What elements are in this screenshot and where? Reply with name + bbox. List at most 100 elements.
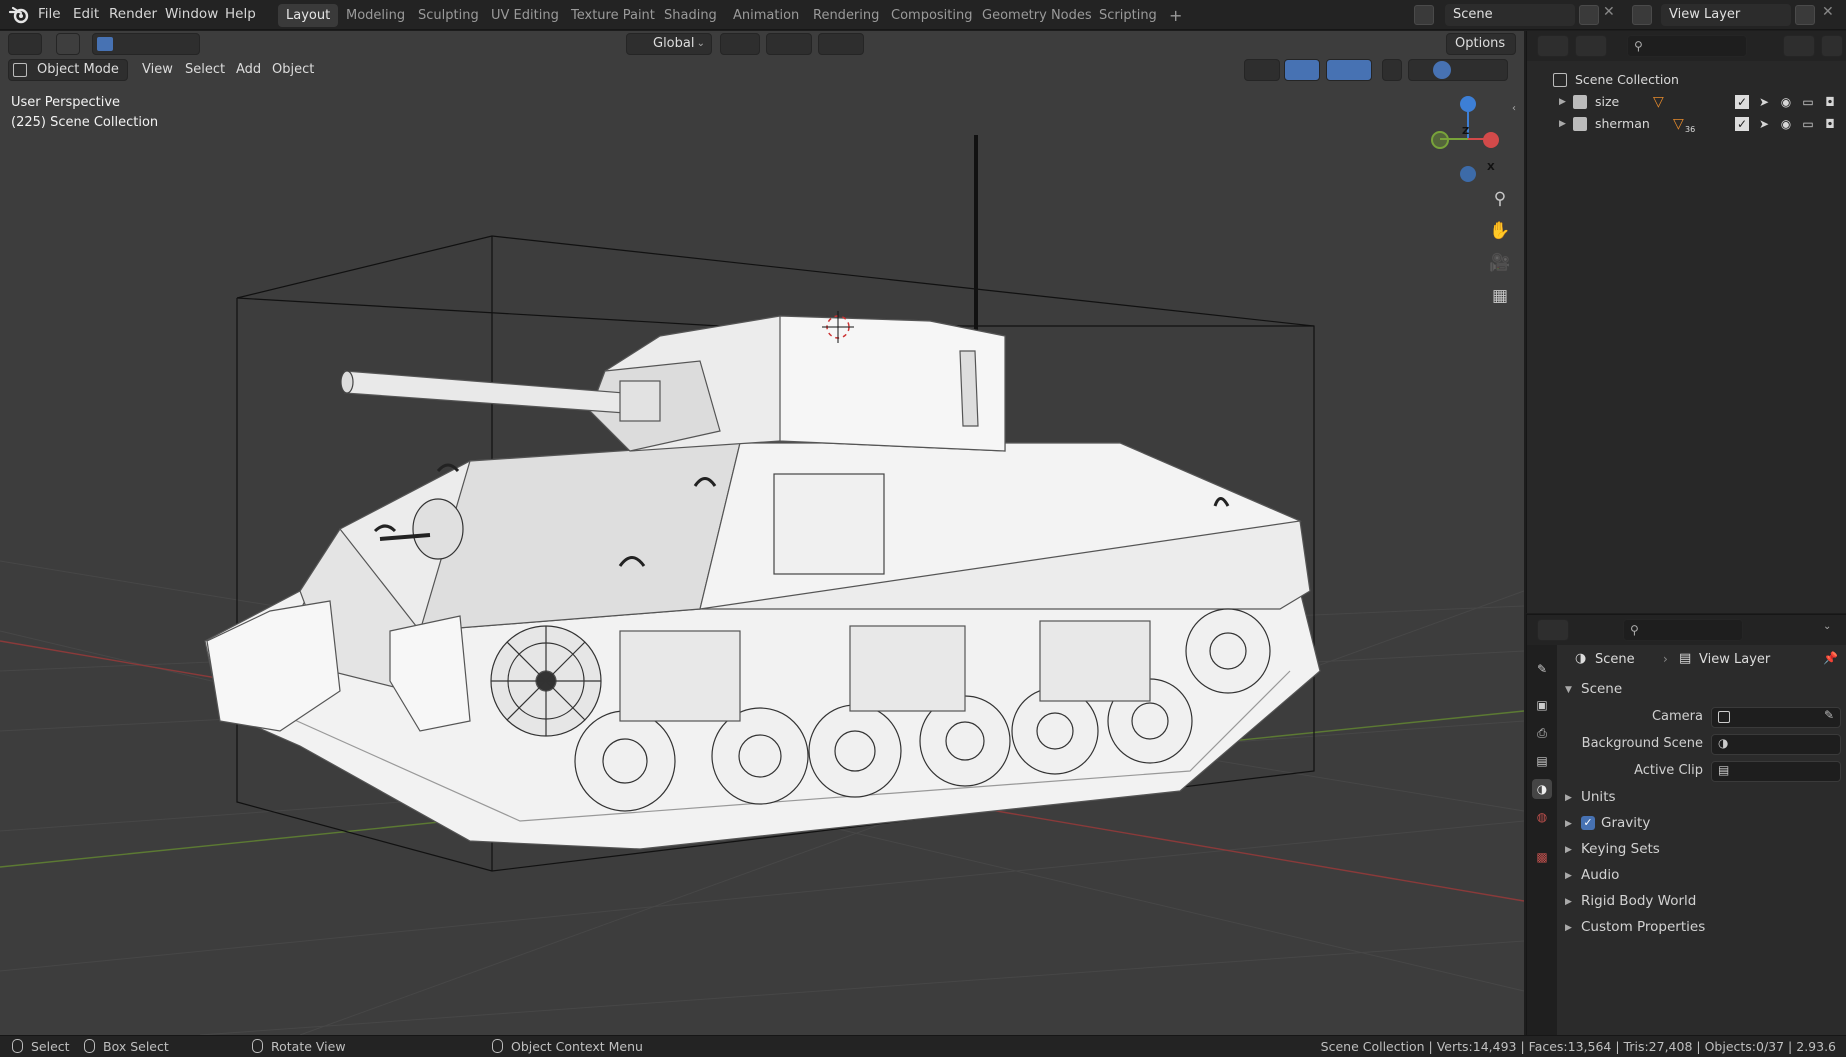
exclude-checkbox[interactable]: ✓ <box>1735 117 1749 131</box>
menu-select[interactable]: Select <box>185 59 225 81</box>
add-workspace-icon[interactable]: + <box>1161 4 1190 27</box>
section-rigid-body-world[interactable]: Rigid Body World <box>1581 893 1696 909</box>
tab-scripting[interactable]: Scripting <box>1091 4 1165 27</box>
outliner-editor-type-icon[interactable] <box>1537 35 1569 57</box>
shading-mode-buttons[interactable] <box>1408 59 1508 81</box>
texture-tab-icon[interactable]: ▩ <box>1532 847 1552 867</box>
transform-orientation-dropdown[interactable]: Global ⌄ <box>626 33 712 55</box>
scene-panel-title[interactable]: Scene <box>1581 681 1622 697</box>
viewport-scene[interactable] <box>0 31 1524 1035</box>
tab-shading[interactable]: Shading <box>656 4 725 27</box>
outliner-scene-collection[interactable]: Scene Collection <box>1527 69 1846 91</box>
selectable-icon[interactable]: ➤ <box>1757 95 1771 109</box>
scene-new-icon[interactable] <box>1579 5 1599 25</box>
viewport-disable-icon[interactable]: ▭ <box>1801 95 1815 109</box>
section-gravity[interactable]: Gravity <box>1601 815 1650 831</box>
blender-logo-icon[interactable] <box>8 5 30 25</box>
object-mode-dropdown[interactable]: Object Mode <box>8 59 128 81</box>
render-tab-icon[interactable]: ▣ <box>1532 695 1552 715</box>
collapsed-arrow-icon[interactable]: ▶ <box>1565 845 1572 855</box>
sidebar-toggle-icon[interactable]: ‹ <box>1512 103 1516 114</box>
collapsed-arrow-icon[interactable]: ▶ <box>1565 897 1572 907</box>
eye-icon[interactable]: ◉ <box>1779 117 1793 131</box>
render-disable-icon[interactable]: ◘ <box>1823 95 1837 109</box>
mouse-left-icon <box>12 1039 23 1053</box>
3d-viewport[interactable]: Z X ⚲ ✋ 🎥 ▦ ‹ User Perspective (225) Sce… <box>0 31 1524 1035</box>
view-layer-tab-icon[interactable]: ▤ <box>1532 751 1552 771</box>
view-layer-browse-icon[interactable] <box>1632 5 1652 25</box>
viewport-disable-icon[interactable]: ▭ <box>1801 117 1815 131</box>
tab-uv-editing[interactable]: UV Editing <box>483 4 567 27</box>
view-layer-delete-icon[interactable]: ✕ <box>1822 4 1834 20</box>
scene-browse-icon[interactable] <box>1414 5 1434 25</box>
camera-view-icon[interactable]: 🎥 <box>1486 249 1514 277</box>
filter-icon[interactable] <box>1783 35 1815 57</box>
perspective-grid-icon[interactable]: ▦ <box>1486 282 1514 310</box>
outliner-item-size[interactable]: ▶ size ▽ ✓ ➤ ◉ ▭ ◘ <box>1527 91 1846 113</box>
menu-edit[interactable]: Edit <box>73 0 99 30</box>
selectable-icon[interactable]: ➤ <box>1757 117 1771 131</box>
pan-hand-icon[interactable]: ✋ <box>1486 217 1514 245</box>
scene-name-field[interactable]: Scene <box>1445 4 1575 26</box>
tab-sculpting[interactable]: Sculpting <box>410 4 487 27</box>
collapsed-arrow-icon[interactable]: ▶ <box>1565 793 1572 803</box>
scene-tab-icon[interactable]: ◑ <box>1532 779 1552 799</box>
view-layer-new-icon[interactable] <box>1795 5 1815 25</box>
visibility-icon[interactable] <box>1244 59 1280 81</box>
search-icon: ⚲ <box>1630 623 1639 637</box>
background-scene-field[interactable]: ◑ <box>1711 734 1841 755</box>
select-tool-icon[interactable] <box>56 33 80 55</box>
select-mode-buttons[interactable] <box>92 33 200 55</box>
options-dropdown[interactable]: Options <box>1446 33 1516 55</box>
tab-compositing[interactable]: Compositing <box>883 4 981 27</box>
new-collection-icon[interactable] <box>1821 35 1843 57</box>
overlays-toggle-icon[interactable] <box>1326 59 1372 81</box>
pivot-point-icon[interactable] <box>720 33 760 55</box>
menu-view[interactable]: View <box>142 59 173 81</box>
tab-rendering[interactable]: Rendering <box>805 4 887 27</box>
menu-window[interactable]: Window <box>165 0 218 30</box>
editor-type-icon[interactable] <box>8 33 42 55</box>
eye-icon[interactable]: ◉ <box>1779 95 1793 109</box>
tab-texture-paint[interactable]: Texture Paint <box>563 4 663 27</box>
gravity-checkbox[interactable]: ✓ <box>1581 816 1595 830</box>
tool-tab-icon[interactable]: ✎ <box>1532 659 1552 679</box>
snap-icon[interactable] <box>766 33 812 55</box>
section-units[interactable]: Units <box>1581 789 1616 805</box>
active-clip-field[interactable]: ▤ <box>1711 761 1841 782</box>
properties-editor-type-icon[interactable] <box>1537 619 1569 641</box>
collapsed-arrow-icon[interactable]: ▶ <box>1565 819 1572 829</box>
pin-icon[interactable]: 📌 <box>1823 651 1838 665</box>
tab-geometry-nodes[interactable]: Geometry Nodes <box>974 4 1100 27</box>
world-tab-icon[interactable]: ◍ <box>1532 807 1552 827</box>
gizmo-toggle-icon[interactable] <box>1284 59 1320 81</box>
menu-add[interactable]: Add <box>236 59 261 81</box>
collapsed-arrow-icon[interactable]: ▶ <box>1565 871 1572 881</box>
options-chevron-icon[interactable]: ⌄ <box>1823 621 1831 632</box>
xray-toggle-icon[interactable] <box>1382 59 1402 81</box>
collapsed-arrow-icon[interactable]: ▶ <box>1565 923 1572 933</box>
menu-render[interactable]: Render <box>109 0 157 30</box>
section-audio[interactable]: Audio <box>1581 867 1619 883</box>
section-custom-properties[interactable]: Custom Properties <box>1581 919 1705 935</box>
tab-animation[interactable]: Animation <box>725 4 807 27</box>
panel-expanded-icon[interactable]: ▼ <box>1565 685 1572 695</box>
tab-modeling[interactable]: Modeling <box>338 4 413 27</box>
camera-field[interactable]: ✎ <box>1711 707 1841 728</box>
render-disable-icon[interactable]: ◘ <box>1823 117 1837 131</box>
view-layer-field[interactable]: View Layer <box>1661 4 1791 26</box>
proportional-edit-icon[interactable] <box>818 33 864 55</box>
gizmo-neg-z-icon <box>1460 166 1476 182</box>
zoom-icon[interactable]: ⚲ <box>1486 185 1514 213</box>
properties-search-input[interactable]: ⚲ <box>1623 619 1743 641</box>
scene-delete-icon[interactable]: ✕ <box>1603 4 1615 20</box>
menu-object[interactable]: Object <box>272 59 314 81</box>
display-mode-icon[interactable] <box>1575 35 1607 57</box>
menu-help[interactable]: Help <box>225 0 256 30</box>
menu-file[interactable]: File <box>38 0 61 30</box>
tab-layout[interactable]: Layout <box>278 4 339 27</box>
outliner-item-sherman[interactable]: ▶ sherman ▽ 36 ✓ ➤ ◉ ▭ ◘ <box>1527 113 1846 135</box>
section-keying-sets[interactable]: Keying Sets <box>1581 841 1660 857</box>
outliner-search-input[interactable]: ⚲ <box>1627 35 1747 57</box>
exclude-checkbox[interactable]: ✓ <box>1735 95 1749 109</box>
